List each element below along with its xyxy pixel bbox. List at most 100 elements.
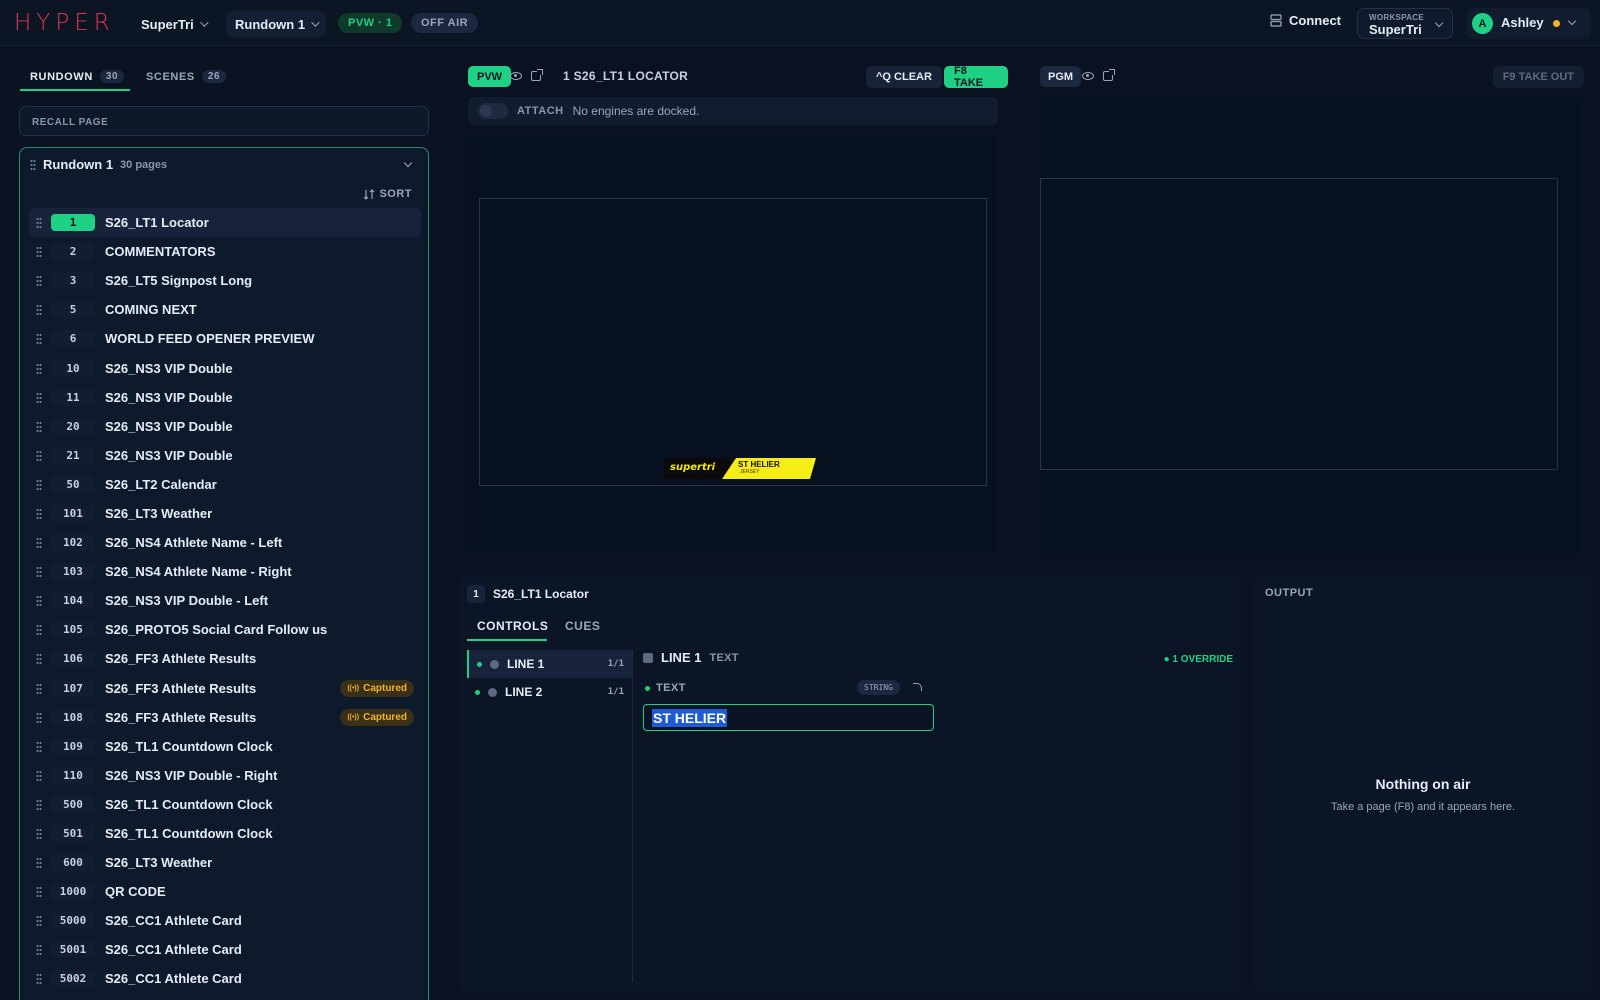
tab-label: RUNDOWN [30, 70, 93, 83]
drag-handle-icon[interactable] [36, 915, 42, 927]
page-row[interactable]: 501 S26_TL1 Countdown Clock [29, 819, 421, 848]
tab-cues[interactable]: CUES [565, 619, 600, 633]
drag-handle-icon[interactable] [36, 537, 42, 549]
page-row[interactable]: 105 S26_PROTO5 Social Card Follow us [29, 615, 421, 644]
drag-handle-icon[interactable] [36, 624, 42, 636]
page-number: 108 [51, 708, 95, 726]
page-row[interactable]: 5002 S26_CC1 Athlete Card [29, 964, 421, 993]
graphic-brand: supertri [664, 458, 730, 479]
page-row[interactable]: 108 S26_FF3 Athlete Results ((•)) Captured [29, 703, 421, 732]
page-name: S26_LT3 Weather [105, 855, 213, 871]
project-dropdown[interactable]: SuperTri [132, 11, 215, 37]
recall-page-input[interactable]: RECALL PAGE [19, 106, 429, 136]
clear-button[interactable]: ^Q CLEAR [866, 66, 942, 88]
page-name: S26_NS3 VIP Double - Right [105, 767, 278, 783]
page-number: 3 [51, 272, 95, 290]
rundown-dropdown[interactable]: Rundown 1 [226, 11, 327, 37]
drag-handle-icon[interactable] [36, 362, 42, 374]
text-value-input[interactable]: ST HELIER [643, 704, 934, 731]
drag-handle-icon[interactable] [36, 566, 42, 578]
attach-toggle[interactable] [478, 103, 508, 119]
drag-handle-icon[interactable] [36, 886, 42, 898]
workspace-selector[interactable]: WORKSPACE SuperTri [1357, 8, 1453, 39]
sort-button[interactable]: SORT [363, 188, 412, 200]
text-value: ST HELIER [652, 708, 728, 727]
line-item-1[interactable]: LINE 1 1/1 [467, 650, 632, 678]
page-row[interactable]: 11 S26_NS3 VIP Double [29, 383, 421, 412]
rundown-header[interactable]: Rundown 1 30 pages [30, 157, 167, 172]
drag-handle-icon[interactable] [36, 275, 42, 287]
page-row[interactable]: 104 S26_NS3 VIP Double - Left [29, 586, 421, 615]
drag-handle-icon[interactable] [30, 159, 36, 170]
page-row[interactable]: 3 S26_LT5 Signpost Long [29, 266, 421, 295]
user-menu[interactable]: A Ashley [1466, 8, 1591, 39]
tab-scenes[interactable]: SCENES 26 [146, 70, 227, 83]
take-button[interactable]: F8 TAKE [944, 65, 1008, 89]
line-item-2[interactable]: LINE 2 1/1 [467, 678, 632, 706]
page-row[interactable]: 110 S26_NS3 VIP Double - Right [29, 761, 421, 790]
drag-handle-icon[interactable] [36, 944, 42, 956]
tab-rundown[interactable]: RUNDOWN 30 [30, 70, 125, 83]
drag-handle-icon[interactable] [36, 740, 42, 752]
drag-handle-icon[interactable] [36, 478, 42, 490]
collapse-chevron-icon[interactable] [403, 158, 413, 168]
drag-handle-icon[interactable] [36, 420, 42, 432]
page-number: 107 [51, 679, 95, 697]
preview-title: 1 S26_LT1 LOCATOR [563, 69, 689, 83]
page-row[interactable]: 50 S26_LT2 Calendar [29, 470, 421, 499]
drag-handle-icon[interactable] [36, 391, 42, 403]
drag-handle-icon[interactable] [36, 507, 42, 519]
page-number: 6 [51, 330, 95, 348]
chevron-down-icon [311, 18, 320, 27]
hyper-logo[interactable]: HYPER [14, 10, 115, 36]
drag-handle-icon[interactable] [36, 449, 42, 461]
external-link-icon[interactable] [1103, 69, 1115, 81]
page-row[interactable]: 5001 S26_CC1 Athlete Card [29, 935, 421, 964]
drag-handle-icon[interactable] [36, 333, 42, 345]
reset-icon[interactable] [913, 683, 922, 691]
lower-third-graphic: supertri ST HELIER JERSEY [664, 458, 816, 479]
page-row[interactable]: 6 WORLD FEED OPENER PREVIEW [29, 324, 421, 353]
page-row[interactable]: 500 S26_TL1 Countdown Clock [29, 790, 421, 819]
eye-icon[interactable] [510, 72, 522, 80]
eye-icon[interactable] [1082, 72, 1094, 80]
connect-button[interactable]: Connect [1270, 13, 1341, 28]
page-row[interactable]: 2 COMMENTATORS [29, 237, 421, 266]
page-row[interactable]: 1000 QR CODE [29, 877, 421, 906]
drag-handle-icon[interactable] [36, 857, 42, 869]
drag-handle-icon[interactable] [36, 798, 42, 810]
drag-handle-icon[interactable] [36, 304, 42, 316]
page-row[interactable]: 102 S26_NS4 Athlete Name - Left [29, 528, 421, 557]
take-out-button[interactable]: F9 TAKE OUT [1492, 66, 1584, 88]
page-row[interactable]: 109 S26_TL1 Countdown Clock [29, 732, 421, 761]
drag-handle-icon[interactable] [36, 769, 42, 781]
tab-controls[interactable]: CONTROLS [477, 619, 548, 633]
drag-handle-icon[interactable] [36, 595, 42, 607]
override-indicator[interactable]: ● 1 OVERRIDE [1164, 654, 1233, 665]
drag-handle-icon[interactable] [36, 973, 42, 985]
page-row[interactable]: 21 S26_NS3 VIP Double [29, 441, 421, 470]
page-row[interactable]: 5000 S26_CC1 Athlete Card [29, 906, 421, 935]
workspace-caption: WORKSPACE [1369, 13, 1424, 22]
page-row[interactable]: 600 S26_LT3 Weather [29, 848, 421, 877]
page-row[interactable]: 107 S26_FF3 Athlete Results ((•)) Captured [29, 674, 421, 703]
page-row[interactable]: 10 S26_NS3 VIP Double [29, 353, 421, 382]
page-row[interactable]: 101 S26_LT3 Weather [29, 499, 421, 528]
page-row[interactable]: 20 S26_NS3 VIP Double [29, 412, 421, 441]
page-number: 2 [51, 243, 95, 261]
page-row[interactable]: 106 S26_FF3 Athlete Results [29, 644, 421, 673]
external-link-icon[interactable] [531, 69, 543, 81]
page-row[interactable]: 5 COMING NEXT [29, 295, 421, 324]
drag-handle-icon[interactable] [36, 711, 42, 723]
page-row[interactable]: 1 S26_LT1 Locator [29, 208, 421, 238]
drag-handle-icon[interactable] [36, 653, 42, 665]
page-name: S26_CC1 Athlete Card [105, 971, 242, 987]
drag-handle-icon[interactable] [36, 246, 42, 258]
page-name: COMING NEXT [105, 302, 197, 318]
drag-handle-icon[interactable] [36, 217, 42, 229]
page-row[interactable]: 103 S26_NS4 Athlete Name - Right [29, 557, 421, 586]
drag-handle-icon[interactable] [36, 828, 42, 840]
string-type-chip: STRING [857, 680, 900, 695]
page-name: S26_CC1 Athlete Card [105, 913, 242, 929]
drag-handle-icon[interactable] [36, 682, 42, 694]
